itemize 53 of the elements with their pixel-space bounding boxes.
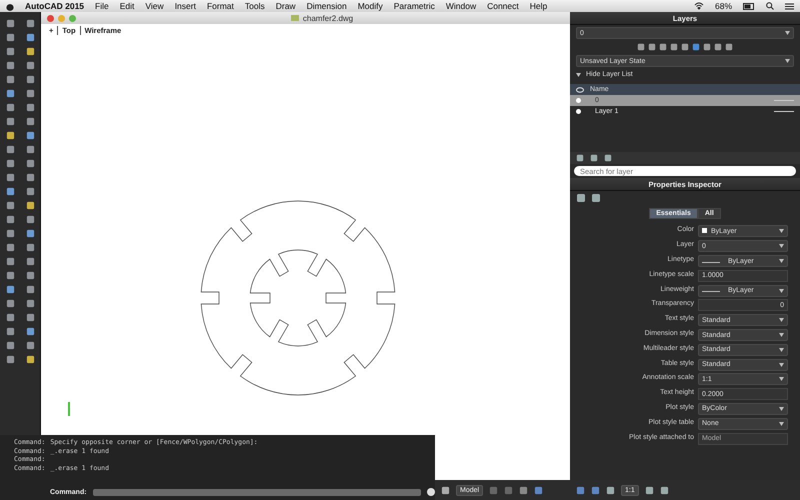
lineweight-line-icon	[774, 100, 794, 102]
caret-icon	[779, 333, 784, 337]
menu-item[interactable]: Draw	[276, 1, 296, 11]
visibility-dot-icon[interactable]	[576, 98, 581, 103]
command-input[interactable]	[92, 488, 421, 496]
lineweight-line-icon	[774, 110, 794, 112]
properties-tab-icon[interactable]	[576, 193, 586, 204]
caret-icon	[779, 244, 784, 248]
caret-icon	[779, 362, 784, 367]
caret-icon	[779, 406, 784, 411]
caret-icon	[779, 318, 784, 322]
visibility-dot-icon[interactable]	[576, 109, 581, 114]
menu-item[interactable]: Connect	[487, 1, 519, 11]
menu-item[interactable]: Parametric	[394, 1, 435, 11]
menu-item[interactable]: Edit	[120, 1, 134, 11]
caret-icon	[779, 348, 784, 352]
workspace-icon[interactable]	[660, 486, 669, 494]
caret-icon	[785, 31, 790, 35]
new-layer-icon[interactable]	[576, 154, 584, 162]
caret-icon	[785, 59, 790, 63]
grid-icon[interactable]	[441, 486, 450, 494]
caret-icon	[779, 377, 784, 382]
menu-item[interactable]: File	[95, 1, 109, 11]
eye-icon	[576, 86, 584, 92]
menu-item[interactable]: Window	[446, 1, 476, 11]
caret-icon	[576, 72, 581, 76]
caret-icon	[779, 288, 784, 293]
close-icon[interactable]	[47, 14, 54, 22]
ortho-icon[interactable]	[504, 486, 514, 494]
menu-item[interactable]: Dimension	[306, 1, 347, 11]
polar-icon[interactable]	[519, 486, 528, 494]
battery-icon[interactable]	[743, 2, 755, 10]
menu-item[interactable]: Modify	[358, 1, 383, 11]
caret-icon	[779, 259, 784, 264]
file-icon	[290, 14, 299, 22]
search-icon[interactable]	[766, 2, 774, 10]
menu-item[interactable]: View	[145, 1, 164, 11]
menu-item[interactable]: Help	[530, 1, 548, 11]
osnap-icon[interactable]	[534, 486, 544, 494]
menu-icon[interactable]	[785, 2, 794, 10]
wifi-icon[interactable]	[694, 2, 704, 10]
menu-item[interactable]: Tools	[244, 1, 265, 11]
caret-icon	[779, 422, 784, 426]
menu-item[interactable]: Format	[206, 1, 234, 11]
annotation-icon[interactable]	[644, 486, 654, 494]
document-title: chamfer2.dwg	[302, 14, 354, 22]
menu-item[interactable]: Insert	[174, 1, 196, 11]
app-name[interactable]: AutoCAD 2015	[25, 1, 84, 11]
quick-properties-icon[interactable]	[591, 193, 601, 204]
caret-icon	[779, 229, 784, 234]
snap-icon[interactable]	[489, 486, 498, 494]
battery-percent: 68%	[714, 1, 732, 11]
help-icon[interactable]	[427, 488, 435, 496]
